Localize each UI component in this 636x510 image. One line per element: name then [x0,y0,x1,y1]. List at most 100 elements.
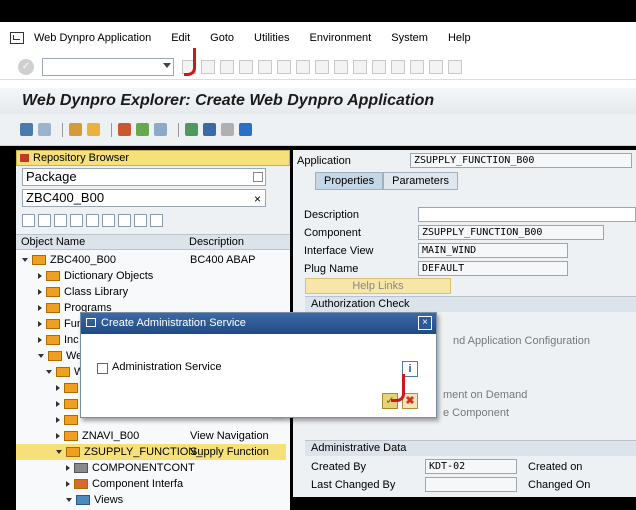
cancel-icon[interactable] [239,59,253,74]
hierarchy-icon[interactable] [185,123,198,136]
system-menu-icon[interactable] [10,32,24,44]
dropdown-icon[interactable] [253,172,263,182]
chevron-down-icon[interactable] [163,62,171,68]
menubar: Web Dynpro Application Edit Goto Utiliti… [0,22,636,54]
object-type-select[interactable]: Package [22,168,266,186]
created-by-value: KDT-02 [425,459,517,474]
object-name-value: ZBC400_B00 [26,190,105,205]
activate-icon[interactable] [154,123,167,136]
folder-icon [48,351,62,361]
tree-node[interactable]: Views [16,492,286,508]
object-name-input[interactable]: ZBC400_B00 × [22,189,266,207]
close-icon[interactable]: × [418,316,432,330]
folder-icon [56,367,70,377]
back-arrow-icon[interactable] [20,123,33,136]
favorites-icon[interactable] [134,213,147,227]
previous-page-icon[interactable] [334,59,348,74]
shortcut-icon[interactable] [410,59,424,74]
column-description[interactable]: Description [184,235,244,249]
back-icon[interactable] [201,59,215,74]
repository-browser-button[interactable]: Repository Browser [16,150,290,166]
print-icon[interactable] [258,59,272,74]
clear-icon[interactable]: × [254,191,261,207]
help-links-button[interactable]: Help Links [305,278,451,294]
administration-service-checkbox[interactable] [97,363,108,374]
new-session-icon[interactable] [391,59,405,74]
folder-icon [46,271,60,281]
component-icon [74,463,88,473]
enter-icon[interactable]: ✓ [18,58,34,75]
forward-arrow-icon[interactable] [38,123,51,136]
command-field[interactable] [42,57,174,76]
tab-properties[interactable]: Properties [315,172,384,190]
where-used-icon[interactable] [221,123,234,136]
tree-node[interactable]: COMPONENTCONT [16,460,286,476]
menu-edit[interactable]: Edit [171,32,190,44]
separator [111,122,112,137]
expand-icon[interactable] [70,213,83,227]
menu-utilities[interactable]: Utilities [254,32,289,44]
application-configuration-text: nd Application Configuration [453,335,590,347]
create-administration-service-dialog: Create Administration Service × Administ… [80,312,437,418]
folder-icon [46,335,60,345]
folder-icon [46,319,60,329]
collapse-icon[interactable] [86,213,99,227]
list-icon[interactable] [203,123,216,136]
last-changed-by-value [425,477,517,492]
folder-icon [46,287,60,297]
find-icon[interactable] [277,59,291,74]
other-object-icon[interactable] [118,123,131,136]
up-icon[interactable] [54,213,67,227]
tree-node[interactable]: ZNAVI_B00 View Navigation [16,428,286,444]
tree-node[interactable]: Class Library [16,284,286,300]
page-title: Web Dynpro Explorer: Create Web Dynpro A… [0,88,636,114]
next-object-icon[interactable] [38,213,51,227]
tree-header: Object Name Description [16,234,290,250]
folder-icon [46,303,60,313]
refresh-icon[interactable] [150,213,163,227]
tree-node[interactable]: Dictionary Objects [16,268,286,284]
folder-icon [64,383,78,393]
menu-goto[interactable]: Goto [210,32,234,44]
grid-icon[interactable] [102,213,115,227]
interface-view-value: MAIN_WIND [418,243,568,258]
display-change-icon[interactable] [69,123,82,136]
hierarchy-icon[interactable] [118,213,131,227]
menu-environment[interactable]: Environment [309,32,371,44]
created-by-label: Created By [311,461,367,473]
interface-icon [74,479,88,489]
tree-node[interactable]: Component Interfa [16,476,286,492]
check-icon[interactable] [136,123,149,136]
component-value: ZSUPPLY_FUNCTION_B00 [418,225,604,240]
layout-icon[interactable] [448,59,462,74]
next-page-icon[interactable] [353,59,367,74]
standard-toolbar: ✓ [0,54,636,80]
administration-service-label: Administration Service [112,361,222,373]
last-page-icon[interactable] [372,59,386,74]
tree-toolbar [16,210,290,230]
administrative-data-section: Administrative Data [305,440,636,456]
dialog-title: Create Administration Service [101,317,246,329]
exit-icon[interactable] [220,59,234,74]
folder-icon [64,431,78,441]
prev-object-icon[interactable] [22,213,35,227]
find-next-icon[interactable] [296,59,310,74]
menu-web-dynpro-application[interactable]: Web Dynpro Application [34,32,151,44]
tree-node-selected[interactable]: ZSUPPLY_FUNCTION_ Supply Function [16,444,286,460]
authorization-check-section: Authorization Check [305,296,636,312]
help-icon[interactable] [429,59,443,74]
first-page-icon[interactable] [315,59,329,74]
info-icon[interactable] [239,123,252,136]
separator [62,122,63,137]
dialog-title-bar: Create Administration Service × [81,313,436,334]
description-label: Description [304,209,360,221]
column-object-name[interactable]: Object Name [16,235,184,249]
folder-icon [64,399,78,409]
menu-system[interactable]: System [391,32,428,44]
menu-help[interactable]: Help [448,32,471,44]
tree-node[interactable]: ZBC400_B00 BC400 ABAP [16,252,286,268]
active-inactive-icon[interactable] [87,123,100,136]
tab-parameters[interactable]: Parameters [383,172,458,190]
component-text: e Component [443,407,510,419]
description-input[interactable] [418,207,636,222]
